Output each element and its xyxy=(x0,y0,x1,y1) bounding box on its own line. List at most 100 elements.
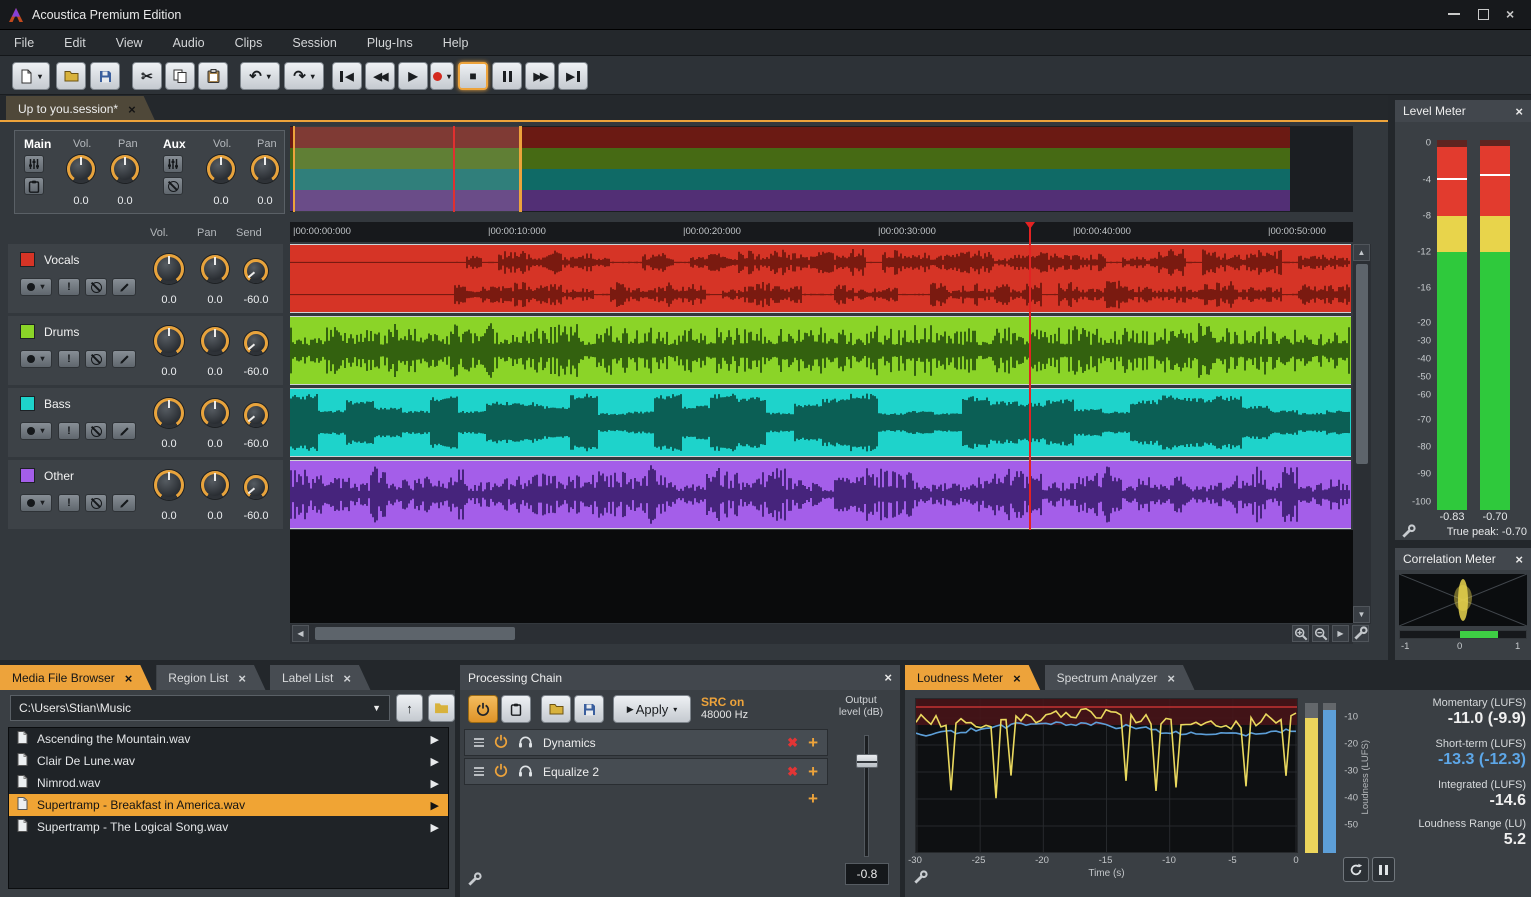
menu-item-view[interactable]: View xyxy=(116,36,143,50)
send-knob[interactable] xyxy=(244,331,268,355)
drag-handle-icon[interactable] xyxy=(474,736,484,749)
aux-pan-knob[interactable] xyxy=(251,155,279,183)
send-knob[interactable] xyxy=(244,259,268,283)
file-list-item[interactable]: Supertramp - The Logical Song.wav▶ xyxy=(9,816,448,838)
scroll-down-icon[interactable]: ▼ xyxy=(1353,606,1370,623)
insert-plugin-icon[interactable]: + xyxy=(808,733,818,753)
plugin-preview-headphones-icon[interactable] xyxy=(518,764,533,780)
pan-knob[interactable] xyxy=(201,471,229,499)
go-to-end-button[interactable]: ▶ xyxy=(558,62,588,90)
plugin-power-icon[interactable] xyxy=(494,734,508,751)
pan-knob[interactable] xyxy=(201,255,229,283)
zoom-out-icon[interactable] xyxy=(1312,625,1329,642)
track-lane[interactable] xyxy=(290,388,1351,457)
solo-button[interactable]: ! xyxy=(58,350,80,368)
chain-item[interactable]: Dynamics✖+ xyxy=(464,729,828,756)
pan-knob[interactable] xyxy=(201,399,229,427)
track-header[interactable]: Drums▾!0.00.0-60.0 xyxy=(8,316,283,385)
close-icon[interactable]: × xyxy=(343,672,351,685)
close-icon[interactable]: × xyxy=(1515,552,1523,567)
new-file-button[interactable]: ▾ xyxy=(12,62,50,90)
track-color-swatch[interactable] xyxy=(20,396,35,411)
aux-mixer-button[interactable] xyxy=(163,155,183,173)
tab-spectrum-analyzer[interactable]: Spectrum Analyzer× xyxy=(1045,665,1195,691)
track-lane[interactable] xyxy=(290,244,1351,313)
scroll-left-icon[interactable]: ◀ xyxy=(292,625,309,642)
plugin-power-icon[interactable] xyxy=(494,763,508,780)
tab-media-file-browser[interactable]: Media File Browser× xyxy=(0,665,152,691)
overview-viewport[interactable] xyxy=(293,126,521,212)
chain-power-button[interactable] xyxy=(468,695,498,723)
preview-play-icon[interactable]: ▶ xyxy=(431,755,439,768)
vertical-scroll-thumb[interactable] xyxy=(1356,264,1368,464)
insert-plugin-icon[interactable]: + xyxy=(808,762,818,782)
tab-loudness-meter[interactable]: Loudness Meter× xyxy=(905,665,1041,691)
mute-button[interactable] xyxy=(85,494,107,512)
copy-button[interactable] xyxy=(165,62,195,90)
track-header[interactable]: Bass▾!0.00.0-60.0 xyxy=(8,388,283,457)
scroll-up-icon[interactable]: ▲ xyxy=(1353,244,1370,261)
close-icon[interactable]: × xyxy=(238,672,246,685)
menu-item-edit[interactable]: Edit xyxy=(64,36,86,50)
maximize-button[interactable] xyxy=(1478,9,1489,20)
add-plugin-button[interactable]: + xyxy=(808,789,818,809)
solo-button[interactable]: ! xyxy=(58,422,80,440)
volume-knob[interactable] xyxy=(154,326,184,356)
chain-item[interactable]: Equalize 2✖+ xyxy=(464,758,828,785)
file-list-item[interactable]: Nimrod.wav▶ xyxy=(9,772,448,794)
close-icon[interactable]: × xyxy=(1515,104,1523,119)
file-list-item[interactable]: Clair De Lune.wav▶ xyxy=(9,750,448,772)
menu-item-file[interactable]: File xyxy=(14,36,34,50)
undo-button[interactable]: ↶▾ xyxy=(240,62,280,90)
vertical-scrollbar[interactable]: ▲ ▼ xyxy=(1353,244,1371,624)
file-list-item[interactable]: Supertramp - Breakfast in America.wav▶ xyxy=(9,794,448,816)
output-level-value[interactable]: -0.8 xyxy=(845,863,889,885)
folder-up-button[interactable]: ↑ xyxy=(396,694,423,722)
zoom-menu-icon[interactable]: ▶ xyxy=(1332,625,1349,642)
volume-knob[interactable] xyxy=(154,398,184,428)
track-color-swatch[interactable] xyxy=(20,468,35,483)
menu-item-audio[interactable]: Audio xyxy=(173,36,205,50)
solo-button[interactable]: ! xyxy=(58,278,80,296)
loudness-pause-button[interactable] xyxy=(1372,857,1395,882)
close-icon[interactable]: × xyxy=(125,672,133,685)
close-icon[interactable]: × xyxy=(128,103,136,116)
horizontal-scrollbar[interactable]: ◀ ▶ xyxy=(290,624,1353,644)
volume-knob[interactable] xyxy=(154,254,184,284)
record-arm-button[interactable]: ▾ xyxy=(20,278,52,296)
chain-settings-wrench-icon[interactable] xyxy=(467,872,482,890)
record-arm-button[interactable]: ▾ xyxy=(20,350,52,368)
tab-label-list[interactable]: Label List× xyxy=(270,665,371,691)
rewind-button[interactable]: ◀◀ xyxy=(365,62,395,90)
preview-play-icon[interactable]: ▶ xyxy=(431,821,439,834)
fx-button[interactable] xyxy=(112,422,136,440)
browse-folder-button[interactable] xyxy=(428,694,455,722)
record-arm-button[interactable]: ▾ xyxy=(20,422,52,440)
plugin-preview-headphones-icon[interactable] xyxy=(518,735,533,751)
aux-volume-knob[interactable] xyxy=(207,155,235,183)
apply-button[interactable]: ▶ Apply ▾ xyxy=(613,695,691,723)
mute-button[interactable] xyxy=(85,422,107,440)
chain-save-button[interactable] xyxy=(574,695,604,723)
overview-viewport-edge[interactable] xyxy=(519,126,522,212)
tab-session[interactable]: Up to you.session* × xyxy=(6,96,156,122)
preview-play-icon[interactable]: ▶ xyxy=(431,733,439,746)
tab-region-list[interactable]: Region List× xyxy=(156,665,266,691)
play-button[interactable]: ▶ xyxy=(398,62,428,90)
fast-forward-button[interactable]: ▶▶ xyxy=(525,62,555,90)
output-fader-thumb[interactable] xyxy=(856,754,878,768)
pan-knob[interactable] xyxy=(201,327,229,355)
solo-button[interactable]: ! xyxy=(58,494,80,512)
fx-button[interactable] xyxy=(112,350,136,368)
redo-button[interactable]: ↷▾ xyxy=(284,62,324,90)
main-pan-knob[interactable] xyxy=(111,155,139,183)
close-icon[interactable]: × xyxy=(1167,672,1175,685)
path-dropdown[interactable]: C:\Users\Stian\Music ▼ xyxy=(10,695,390,721)
close-button[interactable]: × xyxy=(1506,6,1514,22)
loudness-reset-button[interactable] xyxy=(1343,857,1369,882)
main-volume-knob[interactable] xyxy=(67,155,95,183)
cut-button[interactable]: ✂ xyxy=(132,62,162,90)
fx-button[interactable] xyxy=(112,494,136,512)
stop-button[interactable]: ■ xyxy=(458,62,488,90)
timeline-settings-wrench-icon[interactable] xyxy=(1352,625,1369,642)
